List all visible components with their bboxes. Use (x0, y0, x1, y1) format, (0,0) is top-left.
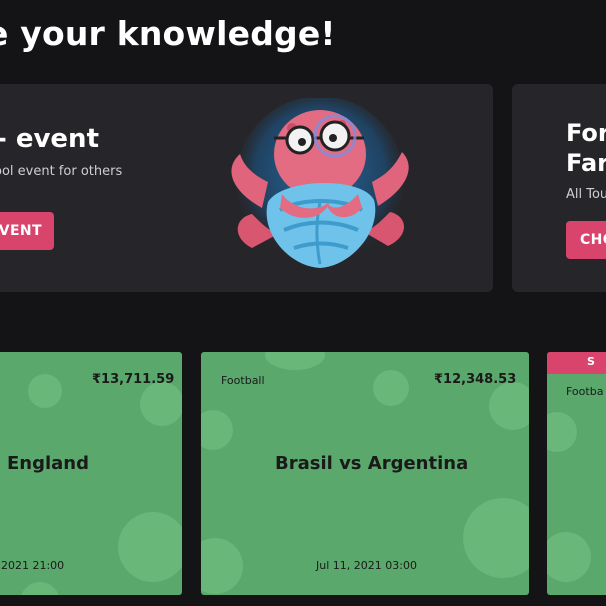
football-pattern (265, 352, 325, 370)
football-pattern (201, 410, 233, 450)
match-date: , 2021 21:00 (0, 559, 65, 572)
sport-label: Football (221, 374, 265, 387)
choose-button-label: CHO (580, 232, 606, 248)
football-pattern (28, 374, 62, 408)
football-pattern (463, 498, 529, 578)
football-pattern (489, 382, 529, 430)
event-card[interactable]: ₹13,711.59 s England , 2021 21:00 (0, 352, 182, 595)
create-event-button-label: VENT (0, 223, 42, 239)
event-card[interactable]: S Footba (547, 352, 606, 595)
follow-panel-title: For Far (566, 118, 606, 178)
football-pattern (20, 582, 60, 595)
create-event-subtitle: ool event for others (0, 164, 123, 179)
match-title: s England (0, 453, 89, 474)
football-pattern (547, 412, 577, 452)
choose-button[interactable]: CHO (566, 221, 606, 259)
football-pattern (547, 532, 591, 582)
follow-panel-subtitle: All Tou (566, 187, 606, 202)
octopus-mascot-illustration (231, 98, 409, 268)
event-card[interactable]: Football ₹12,348.53 Brasil vs Argentina … (201, 352, 529, 595)
prize-amount: ₹12,348.53 (434, 372, 517, 387)
create-event-button[interactable]: VENT (0, 212, 54, 250)
follow-title-line-2: Far (566, 149, 606, 177)
status-banner-label: S (587, 355, 595, 368)
match-title: Brasil vs Argentina (275, 453, 469, 474)
follow-title-line-1: For (566, 119, 606, 147)
page-heading: e your knowledge! (0, 14, 336, 53)
football-pattern (118, 512, 182, 582)
status-banner: S (547, 352, 606, 374)
sport-label: Footba (566, 385, 604, 398)
match-date: Jul 11, 2021 03:00 (316, 559, 417, 572)
create-event-title: - event (0, 124, 99, 154)
football-pattern (373, 370, 409, 406)
prize-amount: ₹13,711.59 (92, 372, 175, 387)
football-pattern (201, 538, 243, 594)
football-pattern (140, 382, 182, 426)
